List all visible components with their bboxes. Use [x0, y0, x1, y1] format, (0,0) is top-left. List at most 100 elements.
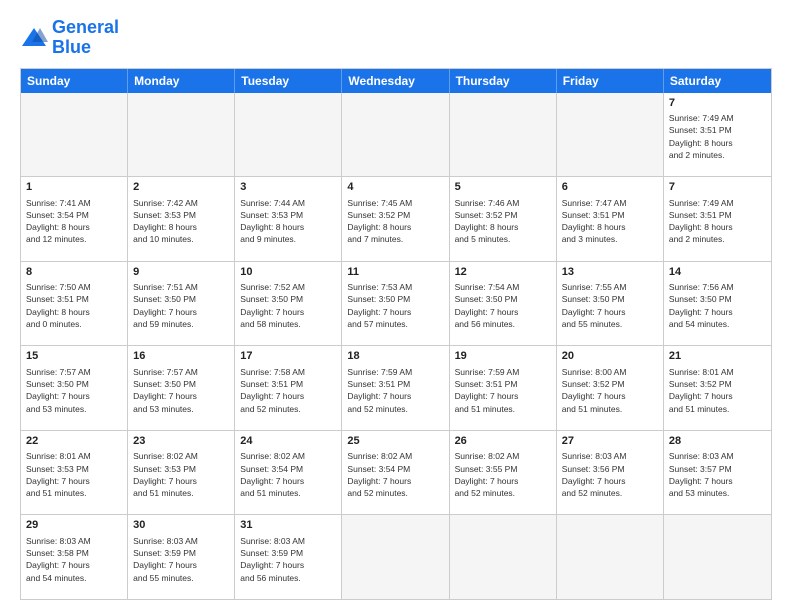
day-info: Sunrise: 8:02 AM Sunset: 3:55 PM Dayligh…	[455, 450, 551, 499]
day-number: 6	[562, 180, 658, 195]
logo-text: General Blue	[52, 18, 119, 58]
day-number: 18	[347, 349, 443, 364]
day-number: 28	[669, 434, 766, 449]
day-number: 24	[240, 434, 336, 449]
day-number: 15	[26, 349, 122, 364]
calendar-cell: 18Sunrise: 7:59 AM Sunset: 3:51 PM Dayli…	[342, 346, 449, 430]
logo: General Blue	[20, 18, 119, 58]
calendar-header-cell: Monday	[128, 69, 235, 93]
calendar-cell: 12Sunrise: 7:54 AM Sunset: 3:50 PM Dayli…	[450, 262, 557, 346]
calendar-cell: 7Sunrise: 7:49 AM Sunset: 3:51 PM Daylig…	[664, 93, 771, 177]
logo-icon	[20, 24, 48, 52]
calendar-cell: 25Sunrise: 8:02 AM Sunset: 3:54 PM Dayli…	[342, 431, 449, 515]
calendar-cell: 7 Sunrise: 7:49 AM Sunset: 3:51 PM Daylig…	[664, 177, 771, 261]
day-number: 11	[347, 265, 443, 280]
day-number: 22	[26, 434, 122, 449]
calendar-cell: 11Sunrise: 7:53 AM Sunset: 3:50 PM Dayli…	[342, 262, 449, 346]
day-number: 21	[669, 349, 766, 364]
calendar-cell	[557, 515, 664, 599]
calendar-cell: 24Sunrise: 8:02 AM Sunset: 3:54 PM Dayli…	[235, 431, 342, 515]
day-number: 17	[240, 349, 336, 364]
calendar-week: 1Sunrise: 7:41 AM Sunset: 3:54 PM Daylig…	[21, 177, 771, 262]
calendar-cell: 28Sunrise: 8:03 AM Sunset: 3:57 PM Dayli…	[664, 431, 771, 515]
day-number: 5	[455, 180, 551, 195]
calendar-cell	[557, 93, 664, 177]
calendar-cell: 26Sunrise: 8:02 AM Sunset: 3:55 PM Dayli…	[450, 431, 557, 515]
day-info: Sunrise: 7:56 AM Sunset: 3:50 PM Dayligh…	[669, 281, 766, 330]
calendar-cell: 10Sunrise: 7:52 AM Sunset: 3:50 PM Dayli…	[235, 262, 342, 346]
calendar-cell: 23Sunrise: 8:02 AM Sunset: 3:53 PM Dayli…	[128, 431, 235, 515]
calendar-cell	[235, 93, 342, 177]
day-info: Sunrise: 7:59 AM Sunset: 3:51 PM Dayligh…	[455, 366, 551, 415]
day-number: 7	[669, 96, 766, 111]
day-info: Sunrise: 7:57 AM Sunset: 3:50 PM Dayligh…	[26, 366, 122, 415]
calendar-header-cell: Friday	[557, 69, 664, 93]
day-info: Sunrise: 7:45 AM Sunset: 3:52 PM Dayligh…	[347, 197, 443, 246]
calendar-cell: 6 Sunrise: 7:47 AM Sunset: 3:51 PM Daylig…	[557, 177, 664, 261]
calendar-cell: 15 Sunrise: 7:57 AM Sunset: 3:50 PM Dayli…	[21, 346, 128, 430]
calendar-cell: 17Sunrise: 7:58 AM Sunset: 3:51 PM Dayli…	[235, 346, 342, 430]
day-info: Sunrise: 7:51 AM Sunset: 3:50 PM Dayligh…	[133, 281, 229, 330]
calendar-cell	[664, 515, 771, 599]
day-number: 4	[347, 180, 443, 195]
calendar-cell: 31Sunrise: 8:03 AM Sunset: 3:59 PM Dayli…	[235, 515, 342, 599]
calendar-cell: 9Sunrise: 7:51 AM Sunset: 3:50 PM Daylig…	[128, 262, 235, 346]
calendar-cell: 21 Sunrise: 8:01 AM Sunset: 3:52 PM Dayli…	[664, 346, 771, 430]
day-info: Sunrise: 8:01 AM Sunset: 3:53 PM Dayligh…	[26, 450, 122, 499]
calendar-cell: 19Sunrise: 7:59 AM Sunset: 3:51 PM Dayli…	[450, 346, 557, 430]
calendar-cell	[450, 515, 557, 599]
calendar-cell: 3Sunrise: 7:44 AM Sunset: 3:53 PM Daylig…	[235, 177, 342, 261]
day-number: 8	[26, 265, 122, 280]
day-number: 29	[26, 518, 122, 533]
calendar-header: SundayMondayTuesdayWednesdayThursdayFrid…	[21, 69, 771, 93]
day-info: Sunrise: 8:03 AM Sunset: 3:59 PM Dayligh…	[133, 535, 229, 584]
calendar-cell: 29 Sunrise: 8:03 AM Sunset: 3:58 PM Dayli…	[21, 515, 128, 599]
day-info: Sunrise: 8:01 AM Sunset: 3:52 PM Dayligh…	[669, 366, 766, 415]
day-info: Sunrise: 7:42 AM Sunset: 3:53 PM Dayligh…	[133, 197, 229, 246]
day-number: 20	[562, 349, 658, 364]
day-info: Sunrise: 7:50 AM Sunset: 3:51 PM Dayligh…	[26, 281, 122, 330]
calendar-cell	[21, 93, 128, 177]
day-info: Sunrise: 8:02 AM Sunset: 3:53 PM Dayligh…	[133, 450, 229, 499]
day-info: Sunrise: 8:00 AM Sunset: 3:52 PM Dayligh…	[562, 366, 658, 415]
day-number: 14	[669, 265, 766, 280]
calendar-week: 22Sunrise: 8:01 AM Sunset: 3:53 PM Dayli…	[21, 431, 771, 516]
calendar-cell: 16 Sunrise: 7:57 AM Sunset: 3:50 PM Dayli…	[128, 346, 235, 430]
day-info: Sunrise: 7:54 AM Sunset: 3:50 PM Dayligh…	[455, 281, 551, 330]
day-number: 7	[669, 180, 766, 195]
calendar-body: 7 Sunrise: 7:49 AM Sunset: 3:51 PM Daylig…	[21, 93, 771, 599]
calendar-week: 8Sunrise: 7:50 AM Sunset: 3:51 PM Daylig…	[21, 262, 771, 347]
day-info: Sunrise: 7:49 AM Sunset: 3:51 PM Dayligh…	[669, 197, 766, 246]
day-number: 2	[133, 180, 229, 195]
day-number: 13	[562, 265, 658, 280]
calendar-cell: 4 Sunrise: 7:45 AM Sunset: 3:52 PM Daylig…	[342, 177, 449, 261]
calendar-week: 7Sunrise: 7:49 AM Sunset: 3:51 PM Daylig…	[21, 93, 771, 178]
day-info: Sunrise: 8:03 AM Sunset: 3:58 PM Dayligh…	[26, 535, 122, 584]
calendar-cell: 14Sunrise: 7:56 AM Sunset: 3:50 PM Dayli…	[664, 262, 771, 346]
calendar-cell: 22Sunrise: 8:01 AM Sunset: 3:53 PM Dayli…	[21, 431, 128, 515]
calendar: SundayMondayTuesdayWednesdayThursdayFrid…	[20, 68, 772, 600]
day-number: 26	[455, 434, 551, 449]
day-info: Sunrise: 8:03 AM Sunset: 3:56 PM Dayligh…	[562, 450, 658, 499]
calendar-header-cell: Saturday	[664, 69, 771, 93]
day-number: 27	[562, 434, 658, 449]
calendar-cell	[128, 93, 235, 177]
calendar-header-cell: Thursday	[450, 69, 557, 93]
day-info: Sunrise: 8:03 AM Sunset: 3:57 PM Dayligh…	[669, 450, 766, 499]
day-info: Sunrise: 7:47 AM Sunset: 3:51 PM Dayligh…	[562, 197, 658, 246]
calendar-cell: 30Sunrise: 8:03 AM Sunset: 3:59 PM Dayli…	[128, 515, 235, 599]
day-number: 23	[133, 434, 229, 449]
calendar-cell: 1Sunrise: 7:41 AM Sunset: 3:54 PM Daylig…	[21, 177, 128, 261]
calendar-cell: 27Sunrise: 8:03 AM Sunset: 3:56 PM Dayli…	[557, 431, 664, 515]
day-number: 10	[240, 265, 336, 280]
day-number: 12	[455, 265, 551, 280]
calendar-week: 15 Sunrise: 7:57 AM Sunset: 3:50 PM Dayli…	[21, 346, 771, 431]
calendar-week: 29 Sunrise: 8:03 AM Sunset: 3:58 PM Dayli…	[21, 515, 771, 599]
day-info: Sunrise: 7:46 AM Sunset: 3:52 PM Dayligh…	[455, 197, 551, 246]
calendar-header-cell: Sunday	[21, 69, 128, 93]
calendar-cell: 20 Sunrise: 8:00 AM Sunset: 3:52 PM Dayli…	[557, 346, 664, 430]
calendar-header-cell: Tuesday	[235, 69, 342, 93]
day-number: 16	[133, 349, 229, 364]
calendar-cell: 5 Sunrise: 7:46 AM Sunset: 3:52 PM Daylig…	[450, 177, 557, 261]
day-info: Sunrise: 7:57 AM Sunset: 3:50 PM Dayligh…	[133, 366, 229, 415]
